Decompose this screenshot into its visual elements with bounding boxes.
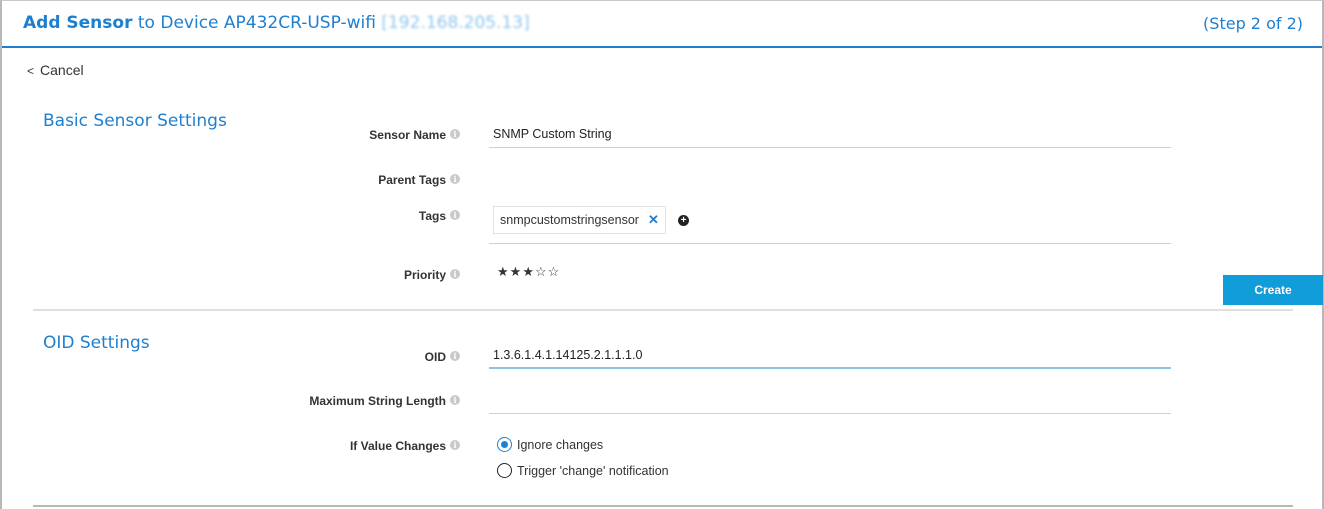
info-icon[interactable]: i [450, 351, 460, 361]
section-divider [33, 309, 1293, 311]
tag-chip: snmpcustomstringsensor ✕ [493, 206, 666, 234]
radio-label: Ignore changes [517, 437, 604, 452]
info-icon[interactable]: i [450, 174, 460, 184]
sensor-name-label: Sensor Name i [0, 128, 460, 142]
star-empty-icon[interactable]: ☆ [535, 264, 548, 279]
oid-label-text: OID [424, 350, 446, 364]
parent-tags-label-text: Parent Tags [378, 173, 446, 187]
info-icon[interactable]: i [450, 269, 460, 279]
page-header: Add Sensor to Device AP432CR-USP-wifi [1… [2, 1, 1322, 48]
sensor-name-input[interactable]: SNMP Custom String [489, 124, 1171, 148]
window-frame [0, 0, 1324, 509]
sensor-name-value: SNMP Custom String [493, 127, 612, 141]
tag-label: snmpcustomstringsensor [500, 213, 639, 227]
cancel-link[interactable]: < Cancel [27, 62, 84, 78]
title-action: Add Sensor [23, 13, 133, 33]
priority-rating[interactable]: ★★★☆☆ [497, 264, 560, 280]
max-string-length-label-text: Maximum String Length [309, 394, 446, 408]
if-value-changes-label: If Value Changes i [0, 439, 460, 453]
priority-label: Priority i [0, 268, 460, 282]
parent-tags-label: Parent Tags i [0, 173, 460, 187]
step-indicator: (Step 2 of 2) [1203, 14, 1303, 33]
info-icon[interactable]: i [450, 129, 460, 139]
info-icon[interactable]: i [450, 210, 460, 220]
star-empty-icon[interactable]: ☆ [548, 264, 561, 279]
radio-label: Trigger 'change' notification [517, 463, 669, 478]
create-button[interactable]: Create [1223, 275, 1323, 305]
remove-tag-icon[interactable]: ✕ [648, 207, 659, 233]
sensor-name-label-text: Sensor Name [369, 128, 446, 142]
bottom-divider [33, 505, 1293, 507]
info-icon[interactable]: i [450, 395, 460, 405]
max-string-length-input[interactable] [489, 390, 1171, 414]
radio-button[interactable] [497, 437, 512, 452]
star-filled-icon[interactable]: ★ [497, 264, 510, 279]
oid-value: 1.3.6.1.4.1.14125.2.1.1.1.0 [493, 348, 643, 362]
oid-input[interactable]: 1.3.6.1.4.1.14125.2.1.1.1.0 [489, 345, 1171, 369]
radio-trigger-change[interactable]: Trigger 'change' notification [497, 463, 669, 478]
max-string-length-label: Maximum String Length i [0, 394, 460, 408]
star-filled-icon[interactable]: ★ [522, 264, 535, 279]
if-value-changes-label-text: If Value Changes [349, 439, 446, 453]
add-tag-icon[interactable]: + [678, 215, 689, 226]
star-filled-icon[interactable]: ★ [510, 264, 523, 279]
chevron-left-icon: < [27, 64, 35, 78]
device-ip: [192.168.205.13] [381, 13, 530, 33]
tags-label-text: Tags [418, 209, 446, 223]
tags-label: Tags i [0, 209, 460, 223]
page-title: Add Sensor to Device AP432CR-USP-wifi [1… [23, 13, 530, 33]
cancel-label: Cancel [40, 62, 84, 78]
radio-ignore-changes[interactable]: Ignore changes [497, 437, 603, 452]
title-device: to Device AP432CR-USP-wifi [132, 13, 382, 33]
info-icon[interactable]: i [450, 440, 460, 450]
radio-button[interactable] [497, 463, 512, 478]
oid-label: OID i [0, 350, 460, 364]
priority-label-text: Priority [403, 268, 446, 282]
